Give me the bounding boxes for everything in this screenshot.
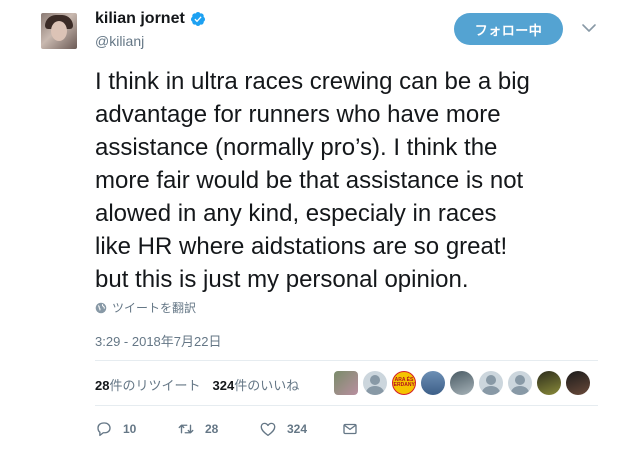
reply-count: 10 (123, 422, 137, 436)
globe-icon (95, 302, 107, 313)
verified-badge-icon (190, 12, 205, 26)
divider (95, 360, 598, 361)
tweet-actions: 10 28 324 (95, 420, 369, 438)
reply-icon (97, 422, 111, 437)
liker-avatar[interactable] (334, 371, 358, 395)
avatar-face (51, 21, 67, 41)
liker-avatar[interactable] (363, 371, 387, 395)
liker-avatar[interactable] (450, 371, 474, 395)
liker-avatar[interactable]: ARA ÉS CERDANYA (392, 371, 416, 395)
heart-icon (260, 422, 276, 437)
retweet-count: 28 (205, 422, 219, 436)
tweet-text: I think in ultra races crewing can be a … (95, 65, 615, 296)
direct-message-icon (343, 423, 357, 435)
following-button[interactable]: フォロー中 (454, 13, 563, 45)
liker-avatar[interactable] (421, 371, 445, 395)
retweets-stat[interactable]: 28件のリツイート (95, 375, 200, 394)
tweet-text-line: like HR where aidstations are so great! (95, 233, 508, 260)
reply-button[interactable]: 10 (95, 420, 177, 438)
likers-avatars: ARA ÉS CERDANYA (334, 371, 595, 395)
likes-stat[interactable]: 324件のいいね (212, 375, 299, 394)
likes-count: 324 (212, 378, 235, 393)
name-row: kilian jornet (95, 9, 206, 29)
likes-label: 件のいいね (234, 378, 300, 393)
tweet-text-line: but this is just my personal opinion. (95, 266, 469, 293)
translate-label[interactable]: ツイートを翻訳 (112, 299, 196, 316)
user-handle[interactable]: @kilianj (95, 33, 144, 49)
liker-avatar[interactable] (508, 371, 532, 395)
tweet-text-line: alowed in any kind, especialy in races (95, 200, 497, 227)
liker-avatar[interactable] (537, 371, 561, 395)
avatar[interactable] (41, 13, 77, 49)
tweet-text-line: I think in ultra races crewing can be a … (95, 68, 530, 95)
like-count: 324 (287, 422, 308, 436)
retweet-button[interactable]: 28 (177, 420, 259, 438)
divider (95, 405, 598, 406)
chevron-down-icon[interactable] (581, 20, 597, 36)
translate-tweet-link[interactable]: ツイートを翻訳 (95, 299, 196, 316)
tweet-text-line: assistance (normally pro’s). I think the (95, 134, 498, 161)
tweet-text-line: more fair would be that assistance is no… (95, 167, 524, 194)
like-button[interactable]: 324 (259, 420, 341, 438)
liker-badge-text: ARA ÉS CERDANYA (393, 377, 415, 388)
retweet-icon (178, 424, 194, 434)
direct-message-button[interactable] (341, 420, 369, 438)
tweet-timestamp[interactable]: 3:29 - 2018年7月22日 (95, 331, 221, 350)
liker-avatar[interactable] (566, 371, 590, 395)
tweet-stats: 28件のリツイート 324件のいいね (95, 375, 311, 394)
liker-avatar[interactable] (479, 371, 503, 395)
retweets-label: 件のリツイート (109, 378, 201, 393)
display-name[interactable]: kilian jornet (95, 10, 185, 28)
tweet-text-line: advantage for runners who have more (95, 101, 501, 128)
retweets-count: 28 (95, 378, 110, 393)
